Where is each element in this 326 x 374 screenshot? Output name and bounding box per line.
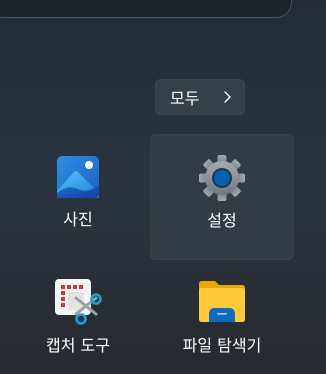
- app-label-photos: 사진: [63, 210, 93, 229]
- snipping-tool-icon: [55, 279, 102, 325]
- all-apps-label: 모두: [170, 89, 200, 108]
- app-label-snipping-tool: 캡처 도구: [46, 336, 110, 355]
- app-label-file-explorer: 파일 탐색기: [182, 336, 262, 355]
- app-tile-photos[interactable]: 사진: [6, 134, 150, 260]
- settings-gear-icon: [199, 155, 245, 201]
- app-label-settings: 설정: [207, 211, 237, 230]
- app-tile-file-explorer[interactable]: 파일 탐색기: [150, 260, 294, 374]
- chevron-right-icon: [224, 91, 232, 103]
- app-tile-settings[interactable]: 설정: [150, 134, 294, 260]
- search-box[interactable]: [0, 0, 292, 18]
- photos-icon: [57, 156, 99, 198]
- file-explorer-icon: [199, 281, 245, 322]
- app-tile-snipping-tool[interactable]: 캡처 도구: [6, 260, 150, 374]
- all-apps-button[interactable]: 모두: [155, 79, 245, 115]
